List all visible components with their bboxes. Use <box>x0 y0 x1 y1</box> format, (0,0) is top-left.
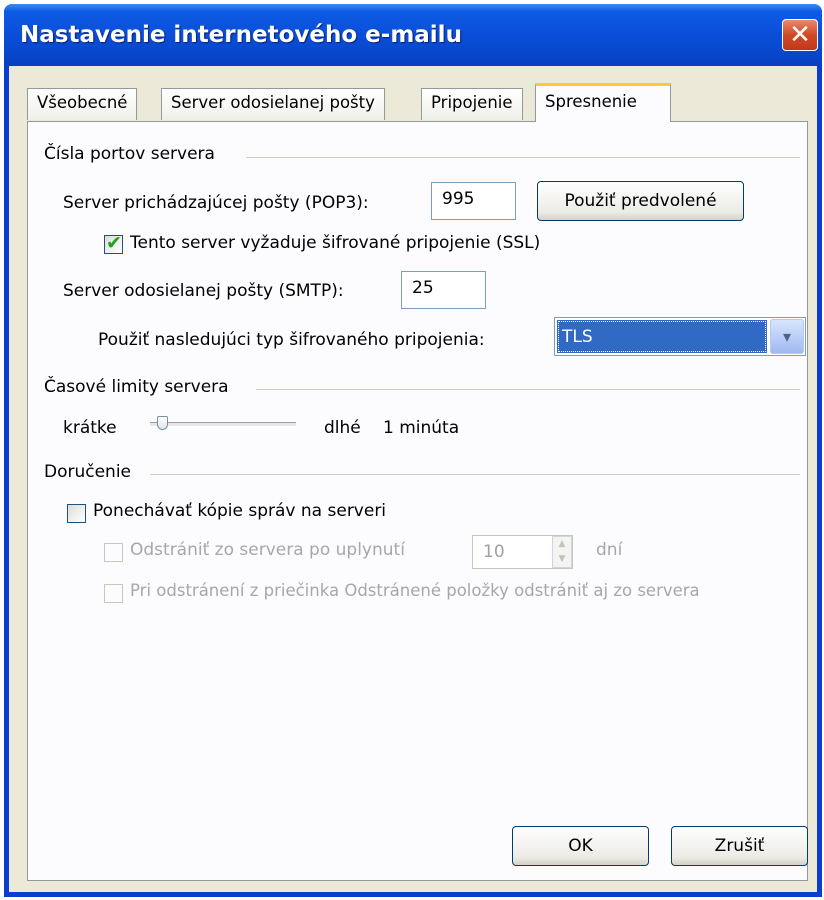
title-bar[interactable]: Nastavenie internetového e-mailu ✕ <box>4 4 822 66</box>
ports-group-title: Čísla portov servera <box>44 144 215 164</box>
outgoing-port-input[interactable]: 25 <box>401 271 486 309</box>
tab-vseobecne[interactable]: Všeobecné <box>27 88 138 120</box>
close-icon: ✕ <box>789 20 811 50</box>
dialog-client-area: Všeobecné Server odosielanej pošty Pripo… <box>9 66 817 892</box>
timeouts-group-divider <box>256 389 800 390</box>
spin-down-icon[interactable]: ▼ <box>553 552 571 567</box>
slider-track <box>150 422 296 427</box>
timeout-value-text: 1 minúta <box>383 418 460 438</box>
slider-short-label: krátke <box>63 418 117 438</box>
dropdown-arrow-button[interactable]: ▾ <box>770 319 804 354</box>
encryption-type-select[interactable]: TLS ▾ <box>554 317 806 356</box>
timeout-slider[interactable] <box>146 412 298 434</box>
spin-up-icon[interactable]: ▲ <box>553 537 571 552</box>
keep-copies-label[interactable]: Ponechávať kópie správ na serveri <box>93 501 386 521</box>
incoming-port-input[interactable]: 995 <box>431 182 516 220</box>
ssl-checkbox[interactable]: ✔ <box>104 232 123 254</box>
check-icon: ✔ <box>106 232 122 254</box>
slider-long-label: dlhé <box>324 418 361 438</box>
cancel-button[interactable]: Zrušiť <box>671 826 808 866</box>
ports-group-divider <box>246 157 800 158</box>
tab-spresnenie[interactable]: Spresnenie <box>535 83 671 122</box>
ok-button[interactable]: OK <box>512 826 649 866</box>
remove-on-delete-label: Pri odstránení z priečinka Odstránené po… <box>130 581 700 600</box>
encryption-type-label: Použiť nasledujúci typ šifrovaného pripo… <box>98 330 485 350</box>
remove-after-label: Odstrániť zo servera po uplynutí <box>130 540 405 560</box>
ssl-checkbox-label[interactable]: Tento server vyžaduje šifrované pripojen… <box>130 233 540 253</box>
window-title: Nastavenie internetového e-mailu <box>20 22 462 48</box>
days-spinner[interactable]: ▲ ▼ <box>552 536 572 568</box>
delivery-group-divider <box>150 474 800 475</box>
incoming-port-label: Server prichádzajúcej pošty (POP3): <box>63 193 369 213</box>
tab-server-odosielanej-posty[interactable]: Server odosielanej pošty <box>161 88 385 120</box>
use-defaults-button[interactable]: Použiť predvolené <box>537 181 744 221</box>
slider-thumb[interactable] <box>157 416 169 430</box>
tab-panel-spresnenie: Čísla portov servera Server prichádzajúc… <box>27 121 808 881</box>
close-button[interactable]: ✕ <box>782 19 818 51</box>
chevron-down-icon: ▾ <box>782 327 792 346</box>
keep-copies-checkbox[interactable] <box>67 504 86 523</box>
remove-on-delete-checkbox[interactable] <box>104 584 123 603</box>
tab-pripojenie[interactable]: Pripojenie <box>421 88 523 120</box>
remove-after-checkbox[interactable] <box>104 543 123 562</box>
encryption-type-value: TLS <box>557 320 767 353</box>
outgoing-port-label: Server odosielanej pošty (SMTP): <box>63 281 344 301</box>
dialog-window: Nastavenie internetového e-mailu ✕ Všeob… <box>4 4 822 897</box>
delivery-group-title: Doručenie <box>44 462 132 482</box>
days-unit-label: dní <box>596 540 623 560</box>
timeouts-group-title: Časové limity servera <box>44 377 229 397</box>
